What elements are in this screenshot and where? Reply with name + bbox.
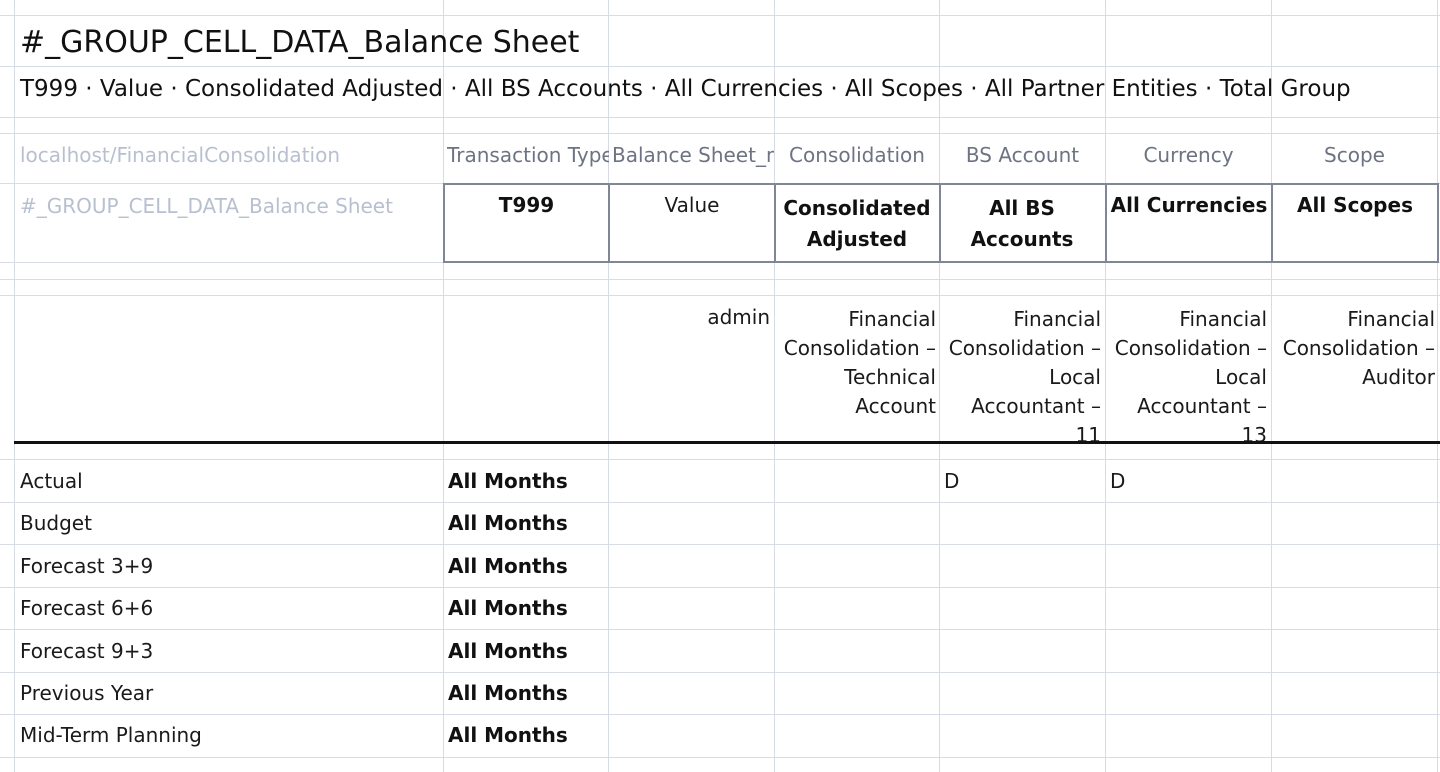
owner-bs-account[interactable]: Financial Consolidation – Local Accounta… [941, 305, 1101, 450]
owner-balance-sheet[interactable]: admin [610, 305, 770, 329]
grid-line [1437, 0, 1438, 772]
selection-bs-account[interactable]: All BS Accounts [950, 193, 1094, 255]
owner-consolidation[interactable]: Financial Consolidation – Technical Acco… [776, 305, 936, 421]
report-name-cell[interactable]: #_GROUP_CELL_DATA_Balance Sheet [20, 194, 440, 218]
grid-line [939, 0, 940, 772]
grid-line [14, 0, 15, 772]
selection-consolidation[interactable]: Consolidated Adjusted [780, 193, 934, 255]
grid-line [0, 15, 1440, 16]
selection-currency[interactable]: All Currencies [1107, 193, 1271, 217]
header-balance-sheet[interactable]: Balance Sheet_m [612, 143, 774, 167]
grid-line [0, 295, 1440, 296]
header-transaction-type[interactable]: Transaction Type [447, 143, 609, 167]
grid-line [774, 0, 775, 772]
owner-scope[interactable]: Financial Consolidation – Auditor [1273, 305, 1435, 392]
grid-line [0, 117, 1440, 118]
row-period[interactable]: All Months [448, 723, 568, 747]
row-label[interactable]: Previous Year [20, 681, 153, 705]
row-currency-value[interactable]: D [1110, 469, 1125, 493]
header-consolidation[interactable]: Consolidation [775, 143, 939, 167]
grid-line [0, 672, 1440, 673]
grid-line [0, 133, 1440, 134]
row-label[interactable]: Mid-Term Planning [20, 723, 202, 747]
report-subtitle[interactable]: T999 · Value · Consolidated Adjusted · A… [20, 74, 1351, 104]
header-currency[interactable]: Currency [1106, 143, 1271, 167]
row-period[interactable]: All Months [448, 469, 568, 493]
connection-cell[interactable]: localhost/FinancialConsolidation [20, 143, 440, 167]
grid-line [0, 502, 1440, 503]
selection-transaction-type[interactable]: T999 [445, 193, 608, 217]
header-scope[interactable]: Scope [1272, 143, 1437, 167]
row-period[interactable]: All Months [448, 596, 568, 620]
grid-line [0, 459, 1440, 460]
row-period[interactable]: All Months [448, 639, 568, 663]
row-label[interactable]: Budget [20, 511, 92, 535]
header-separator [14, 441, 1440, 444]
row-period[interactable]: All Months [448, 681, 568, 705]
header-bs-account[interactable]: BS Account [940, 143, 1105, 167]
row-period[interactable]: All Months [448, 554, 568, 578]
grid-line [608, 0, 609, 772]
selection-scope[interactable]: All Scopes [1273, 193, 1437, 217]
grid-line [1271, 0, 1272, 772]
grid-line [0, 66, 1440, 67]
row-label[interactable]: Forecast 6+6 [20, 596, 153, 620]
grid-line [0, 629, 1440, 630]
grid-line [0, 714, 1440, 715]
grid-line [0, 587, 1440, 588]
grid-line [0, 757, 1440, 758]
grid-line [0, 544, 1440, 545]
grid-line [1105, 0, 1106, 772]
selection-balance-sheet[interactable]: Value [610, 193, 774, 217]
row-label[interactable]: Actual [20, 469, 83, 493]
owner-currency[interactable]: Financial Consolidation – Local Accounta… [1107, 305, 1267, 450]
report-title[interactable]: #_GROUP_CELL_DATA_Balance Sheet [20, 24, 579, 62]
grid-line [443, 0, 444, 772]
row-label[interactable]: Forecast 9+3 [20, 639, 153, 663]
row-label[interactable]: Forecast 3+9 [20, 554, 153, 578]
row-period[interactable]: All Months [448, 511, 568, 535]
row-bs-value[interactable]: D [944, 469, 959, 493]
grid-line [0, 279, 1440, 280]
